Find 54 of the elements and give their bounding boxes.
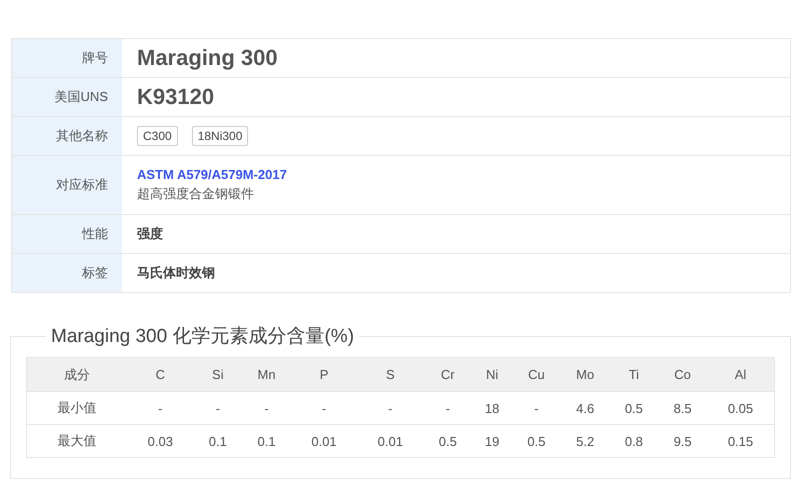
table-cell: - bbox=[423, 392, 472, 424]
column-header: Cu bbox=[512, 358, 561, 392]
table-cell: 9.5 bbox=[658, 424, 707, 458]
alias-tag: 18Ni300 bbox=[192, 126, 248, 146]
field-value: K93120 bbox=[137, 84, 214, 110]
column-header: Si bbox=[193, 358, 242, 392]
table-cell: - bbox=[357, 392, 424, 424]
field-label: 其他名称 bbox=[56, 127, 108, 145]
table-cell: 0.8 bbox=[610, 424, 658, 458]
standard-link[interactable]: ASTM A579/A579M-2017 bbox=[137, 167, 287, 182]
table-cell: 最大值 bbox=[26, 424, 128, 458]
table-cell: 0.01 bbox=[290, 424, 358, 458]
field-label: 性能 bbox=[82, 225, 108, 243]
column-header: C bbox=[127, 358, 194, 392]
field-value: Maraging 300 bbox=[137, 45, 278, 71]
column-header: Mn bbox=[242, 358, 291, 392]
column-header: Co bbox=[658, 358, 707, 392]
table-cell: 5.2 bbox=[560, 424, 610, 458]
table-cell: - bbox=[193, 392, 242, 424]
standard-description: 超高强度合金钢锻件 bbox=[137, 185, 255, 203]
table-cell: 0.01 bbox=[357, 424, 424, 458]
table-cell: 4.6 bbox=[560, 392, 610, 424]
field-value: 强度 bbox=[137, 225, 163, 243]
table-cell: 8.5 bbox=[658, 392, 707, 424]
field-label: 美国UNS bbox=[54, 88, 108, 106]
table-cell: 0.15 bbox=[706, 424, 774, 458]
column-header: Ti bbox=[610, 358, 658, 392]
column-header: Cr bbox=[423, 358, 472, 392]
table-cell: 最小值 bbox=[26, 392, 128, 424]
table-cell: 0.5 bbox=[610, 392, 658, 424]
field-label: 标签 bbox=[82, 264, 108, 282]
table-cell: - bbox=[242, 392, 291, 424]
table-cell: 18 bbox=[472, 392, 512, 424]
table-cell: - bbox=[512, 392, 561, 424]
table-cell: 0.1 bbox=[193, 424, 242, 458]
table-cell: 0.03 bbox=[127, 424, 194, 458]
panel-title: Maraging 300 化学元素成分含量(%) bbox=[50, 325, 356, 349]
field-label: 牌号 bbox=[82, 49, 108, 67]
table-cell: 0.5 bbox=[423, 424, 472, 458]
table-cell: 0.1 bbox=[242, 424, 291, 458]
table-cell: 0.5 bbox=[512, 424, 561, 458]
column-header: 成分 bbox=[26, 358, 128, 392]
alias-tag: C300 bbox=[137, 126, 178, 146]
column-header: Ni bbox=[472, 358, 512, 392]
table-cell: 0.05 bbox=[706, 392, 774, 424]
table-cell: 19 bbox=[472, 424, 512, 458]
field-label: 对应标准 bbox=[56, 176, 108, 194]
column-header: S bbox=[357, 358, 424, 392]
column-header: P bbox=[290, 358, 358, 392]
table-cell: - bbox=[127, 392, 194, 424]
field-value: 马氏体时效钢 bbox=[137, 264, 215, 282]
table-cell: - bbox=[290, 392, 358, 424]
column-header: Mo bbox=[560, 358, 610, 392]
column-header: Al bbox=[706, 358, 774, 392]
